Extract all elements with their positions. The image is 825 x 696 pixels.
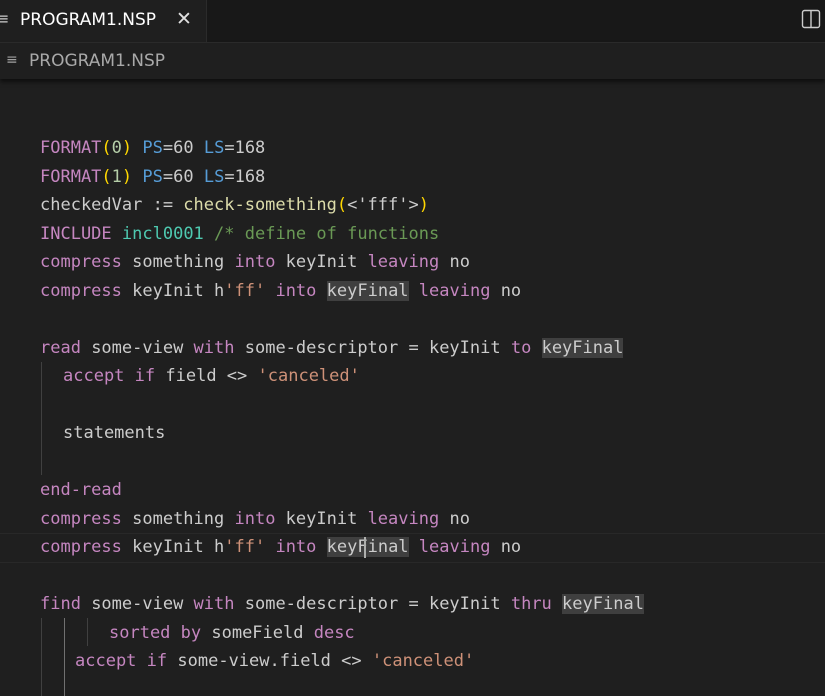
tab-bar: ≡ PROGRAM1.NSP ✕: [0, 0, 825, 43]
file-lines-icon: ≡: [6, 52, 18, 68]
code-line: sorted by someField desc: [109, 623, 355, 643]
code-line: find some-view with some-descriptor = ke…: [40, 594, 644, 614]
code-line: compress keyInit h'ff' into keyFinal lea…: [40, 537, 522, 557]
code-line: compress keyInit h'ff' into keyFinal lea…: [40, 281, 522, 301]
text-cursor: [364, 537, 366, 558]
breadcrumb-item-file[interactable]: PROGRAM1.NSP: [29, 51, 165, 71]
breadcrumb: ≡ PROGRAM1.NSP: [0, 43, 825, 79]
split-editor-icon[interactable]: [801, 9, 821, 29]
editor-tab[interactable]: ≡ PROGRAM1.NSP ✕: [0, 0, 207, 42]
code-line: compress something into keyInit leaving …: [40, 509, 470, 529]
word-highlight: keyFinal: [326, 281, 409, 301]
code-line: accept if field <> 'canceled': [63, 366, 360, 386]
code-line: accept if some-view.field <> 'canceled': [75, 651, 475, 671]
word-highlight: keyFinal: [562, 594, 644, 614]
indent-guide: [64, 618, 65, 696]
code-line: FORMAT(0) PS=60 LS=168: [40, 138, 266, 158]
indent-guide: [41, 362, 42, 475]
code-line: compress something into keyInit leaving …: [40, 252, 470, 272]
file-lines-icon: ≡: [0, 9, 10, 28]
code-line: end-read: [40, 480, 122, 500]
indent-guide: [41, 618, 42, 696]
code-line: read some-view with some-descriptor = ke…: [40, 338, 624, 358]
code-line: INCLUDE incl0001 /* define of functions: [40, 224, 440, 244]
code-line: FORMAT(1) PS=60 LS=168: [40, 167, 266, 187]
close-icon[interactable]: ✕: [176, 8, 192, 30]
code-line: statements: [63, 423, 166, 443]
word-highlight: keyFinal: [326, 537, 409, 557]
tab-label: PROGRAM1.NSP: [20, 10, 157, 30]
code-line: checkedVar := check-something(<'fff'>): [40, 195, 429, 215]
word-highlight: keyFinal: [541, 338, 624, 358]
indent-guide: [87, 618, 88, 646]
code-editor[interactable]: FORMAT(0) PS=60 LS=168 FORMAT(1) PS=60 L…: [0, 80, 825, 696]
